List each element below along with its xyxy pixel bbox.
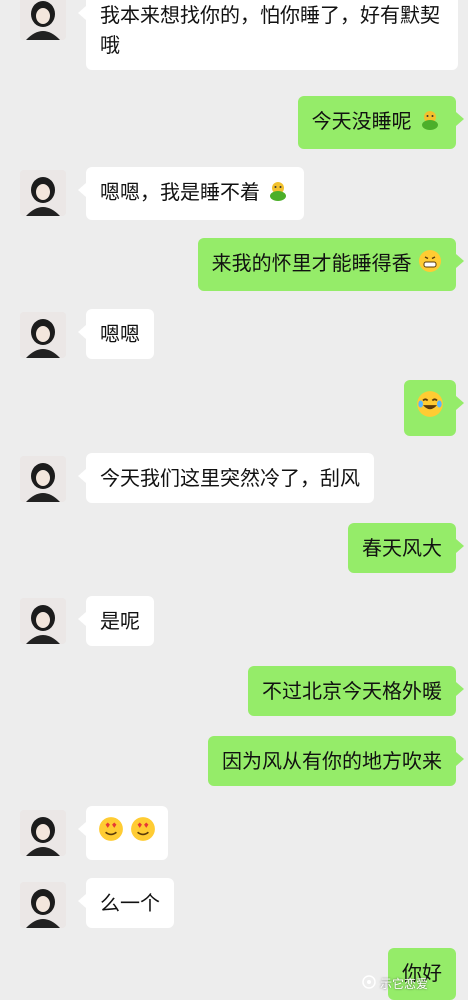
contact-avatar[interactable] bbox=[20, 882, 66, 928]
message-text: 嗯嗯 bbox=[100, 322, 140, 346]
heart-eyes-emoji-icon bbox=[98, 816, 124, 850]
message-bubble-incoming[interactable]: 今天我们这里突然冷了，刮风 bbox=[78, 453, 374, 503]
watermark-text: 示它恋爱 bbox=[379, 977, 428, 991]
message-bubble-incoming[interactable]: 嗯嗯，我是睡不着 bbox=[77, 167, 305, 220]
contact-avatar[interactable] bbox=[20, 598, 66, 644]
contact-avatar[interactable] bbox=[20, 810, 66, 856]
message-bubble-outgoing[interactable] bbox=[404, 380, 464, 436]
message-bubble-incoming[interactable]: 我本来想找你的，怕你睡了，好有默契哦 bbox=[78, 0, 458, 70]
message-bubble-outgoing[interactable]: 来我的怀里才能睡得香 bbox=[197, 238, 465, 291]
tears-of-joy-emoji-icon bbox=[416, 390, 444, 426]
message-bubble-incoming[interactable]: 么一个 bbox=[78, 878, 174, 928]
message-text: 我本来想找你的，怕你睡了，好有默契哦 bbox=[100, 3, 440, 57]
message-bubble-outgoing[interactable]: 因为风从有你的地方吹来 bbox=[208, 736, 464, 786]
message-bubble-outgoing[interactable]: 春天风大 bbox=[348, 523, 464, 573]
message-text: 是呢 bbox=[100, 609, 140, 633]
message-text: 么一个 bbox=[100, 891, 160, 915]
message-bubble-outgoing[interactable]: 不过北京今天格外暖 bbox=[248, 666, 464, 716]
contact-avatar[interactable] bbox=[20, 312, 66, 358]
frog-icon bbox=[418, 107, 442, 139]
heart-eyes-emoji-icon bbox=[130, 816, 156, 850]
chat-window: 我本来想找你的，怕你睡了，好有默契哦 今天没睡呢 嗯嗯，我是睡不着 来我的怀里才… bbox=[0, 0, 468, 1000]
message-bubble-incoming[interactable]: 嗯嗯 bbox=[78, 309, 154, 359]
message-text: 春天风大 bbox=[362, 536, 442, 560]
contact-avatar[interactable] bbox=[20, 0, 66, 40]
frog-icon bbox=[266, 178, 290, 210]
watermark: 示它恋爱 bbox=[362, 975, 428, 992]
message-text: 因为风从有你的地方吹来 bbox=[222, 749, 442, 773]
grin-emoji-icon bbox=[418, 249, 442, 281]
contact-avatar[interactable] bbox=[20, 170, 66, 216]
message-text: 今天我们这里突然冷了，刮风 bbox=[100, 466, 360, 490]
message-text: 不过北京今天格外暖 bbox=[262, 679, 442, 703]
wechat-channel-icon bbox=[362, 975, 376, 992]
message-text: 来我的怀里才能睡得香 bbox=[211, 251, 412, 275]
message-text: 今天没睡呢 bbox=[311, 109, 412, 133]
message-bubble-incoming[interactable]: 是呢 bbox=[78, 596, 154, 646]
message-bubble-incoming[interactable] bbox=[77, 806, 169, 860]
message-text: 嗯嗯，我是睡不着 bbox=[100, 180, 260, 204]
message-bubble-outgoing[interactable]: 今天没睡呢 bbox=[297, 96, 465, 149]
contact-avatar[interactable] bbox=[20, 456, 66, 502]
message-bubble-outgoing[interactable]: 你好 bbox=[388, 948, 456, 1000]
